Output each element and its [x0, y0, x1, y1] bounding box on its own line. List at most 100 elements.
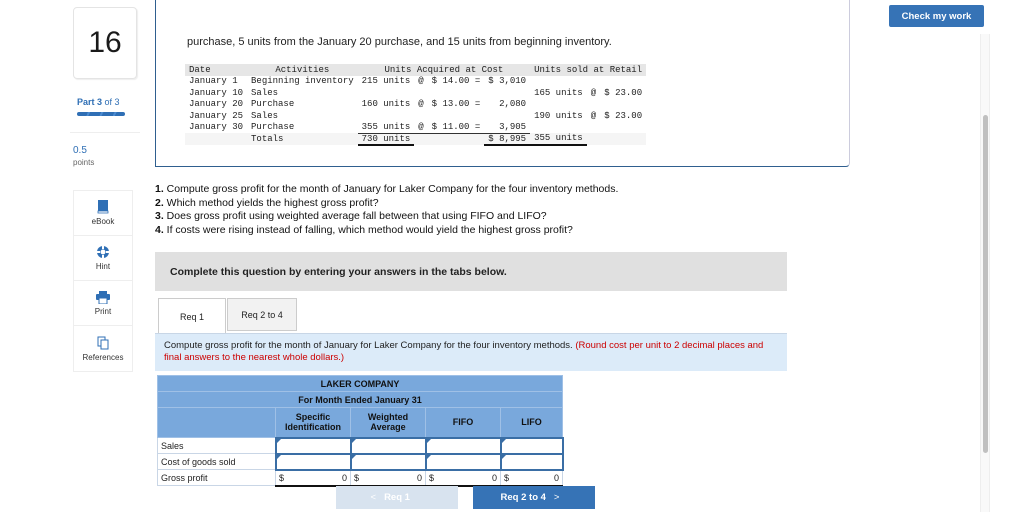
- requirement-prompt: Compute gross profit for the month of Ja…: [155, 333, 787, 371]
- inventory-header-row: Date Activities Units Acquired at Cost U…: [185, 64, 647, 76]
- cogs-specific-input[interactable]: [274, 452, 352, 471]
- cogs-row: Cost of goods sold: [157, 452, 564, 471]
- unit-cost-cell: [428, 87, 485, 99]
- sales-weighted-input[interactable]: [349, 436, 427, 455]
- inventory-row: January 1 Beginning inventory 215 units @ $ …: [185, 76, 646, 88]
- cogs-lifo-input[interactable]: [499, 452, 564, 471]
- prompt-text: Compute gross profit for the month of Ja…: [164, 340, 576, 351]
- totals-label: Totals: [247, 133, 358, 145]
- next-req-button[interactable]: Req 2 to 4 >: [473, 486, 595, 509]
- points-value: 0.5: [73, 145, 87, 156]
- sold-price-cell: [600, 99, 646, 111]
- chevron-right-icon: >: [553, 492, 560, 503]
- ebook-label: eBook: [91, 217, 115, 226]
- total-units-acquired: 730 units: [357, 133, 415, 146]
- sold-price-cell: [600, 76, 646, 88]
- acquired-units-cell: 355 units: [357, 121, 415, 134]
- sales-fifo-input[interactable]: [424, 436, 502, 455]
- blank-cell: [427, 133, 485, 145]
- sold-units-cell: [530, 122, 587, 134]
- acquired-total-cell: [484, 87, 530, 99]
- blank-cell: [414, 133, 428, 145]
- sales-specific-input[interactable]: [274, 436, 352, 455]
- activity-cell: Sales: [251, 87, 279, 98]
- question-item: 4. If costs were rising instead of falli…: [155, 223, 573, 236]
- requirement-tabs: Req 1 Req 2 to 4: [158, 298, 297, 334]
- documents-icon: [97, 336, 109, 349]
- check-my-work-button[interactable]: Check my work: [889, 5, 984, 27]
- part-total: of 3: [102, 97, 120, 107]
- sold-price-cell: $ 23.00: [604, 110, 643, 121]
- question-number: 16: [73, 7, 137, 79]
- date-cell: January 1: [189, 76, 238, 87]
- sold-price-cell: [600, 122, 646, 134]
- print-button[interactable]: Print: [74, 281, 132, 326]
- part-label: Part 3: [77, 97, 103, 107]
- acquired-units-cell: 160 units: [361, 99, 411, 110]
- prev-req-button[interactable]: <Req 1>: [336, 486, 458, 509]
- total-cost: $ 8,995: [484, 133, 531, 146]
- hint-label: Hint: [95, 262, 111, 271]
- part-progress-bar: [77, 112, 125, 116]
- tab-req-2-to-4[interactable]: Req 2 to 4: [227, 298, 297, 331]
- tools-panel: eBook Hint Print References: [73, 190, 133, 372]
- references-button[interactable]: References: [74, 326, 132, 371]
- sold-units-cell: [530, 76, 587, 88]
- at-cell: [414, 87, 427, 99]
- ebook-button[interactable]: eBook: [74, 191, 132, 236]
- part-indicator: Part 3 of 3: [77, 97, 120, 107]
- sold-units-cell: 165 units: [534, 87, 583, 98]
- at-cell: @: [418, 76, 424, 87]
- acquired-total-cell: $ 3,010: [488, 76, 527, 87]
- gross-profit-specific: $0: [275, 469, 351, 487]
- cogs-fifo-input[interactable]: [424, 452, 502, 471]
- unit-cost-cell: [428, 110, 485, 122]
- unit-cost-cell: $ 13.00 =: [431, 99, 481, 110]
- sales-lifo-input[interactable]: [499, 436, 564, 455]
- references-label: References: [82, 352, 124, 362]
- gross-profit-row: Gross profit $0 $0 $0 $0: [157, 469, 563, 487]
- header-activities: Activities: [247, 64, 358, 76]
- question-list: 1. Compute gross profit for the month of…: [155, 183, 618, 237]
- gross-profit-fifo: $0: [425, 469, 501, 487]
- row-label: Gross profit: [157, 469, 276, 486]
- chevron-left-icon: <: [370, 492, 377, 503]
- inventory-table: Date Activities Units Acquired at Cost U…: [185, 64, 647, 146]
- activity-cell: Purchase: [251, 122, 295, 133]
- date-cell: January 20: [189, 99, 244, 110]
- intro-text: purchase, 5 units from the January 20 pu…: [187, 36, 612, 48]
- date-cell: January 25: [189, 110, 244, 121]
- header-date: Date: [185, 64, 248, 76]
- acquired-units-cell: [358, 110, 415, 122]
- total-units-sold: 355 units: [530, 133, 587, 146]
- question-item: 1. Compute gross profit for the month of…: [155, 183, 619, 195]
- cogs-weighted-input[interactable]: [349, 452, 427, 471]
- at-cell: [587, 99, 600, 111]
- activity-cell: Beginning inventory: [251, 76, 354, 87]
- printer-icon: [96, 290, 110, 304]
- unit-cost-cell: $ 11.00 =: [427, 121, 485, 134]
- gross-profit-lifo: $0: [500, 469, 563, 487]
- acquired-units-cell: 215 units: [361, 76, 411, 87]
- date-cell: January 30: [189, 122, 244, 133]
- acquired-units-cell: [358, 87, 415, 99]
- question-item: 3. Does gross profit using weighted aver…: [155, 210, 547, 222]
- col-fifo: FIFO: [425, 407, 501, 438]
- scrollbar-thumb[interactable]: [983, 115, 988, 453]
- hint-button[interactable]: Hint: [74, 236, 132, 281]
- period-label: For Month Ended January 31: [157, 391, 563, 408]
- inventory-row: January 20 Purchase 160 units @ $ 13.00 = 2,0…: [185, 99, 646, 111]
- totals-row: Totals 730 units $ 8,995 355 units: [185, 133, 647, 146]
- acquired-total-cell: [484, 110, 530, 122]
- tab-req-1[interactable]: Req 1: [158, 298, 226, 334]
- row-label: Cost of goods sold: [157, 453, 276, 470]
- at-cell: [587, 122, 600, 134]
- at-cell: @: [590, 110, 597, 121]
- sales-row: Sales: [157, 436, 564, 455]
- book-icon: [97, 200, 109, 214]
- col-weighted-average: Weighted Average: [350, 407, 426, 438]
- activity-cell: Purchase: [251, 99, 295, 110]
- gross-profit-table: LAKER COMPANY For Month Ended January 31…: [157, 375, 564, 487]
- at-cell: [414, 110, 427, 122]
- blank-cell: [586, 133, 601, 145]
